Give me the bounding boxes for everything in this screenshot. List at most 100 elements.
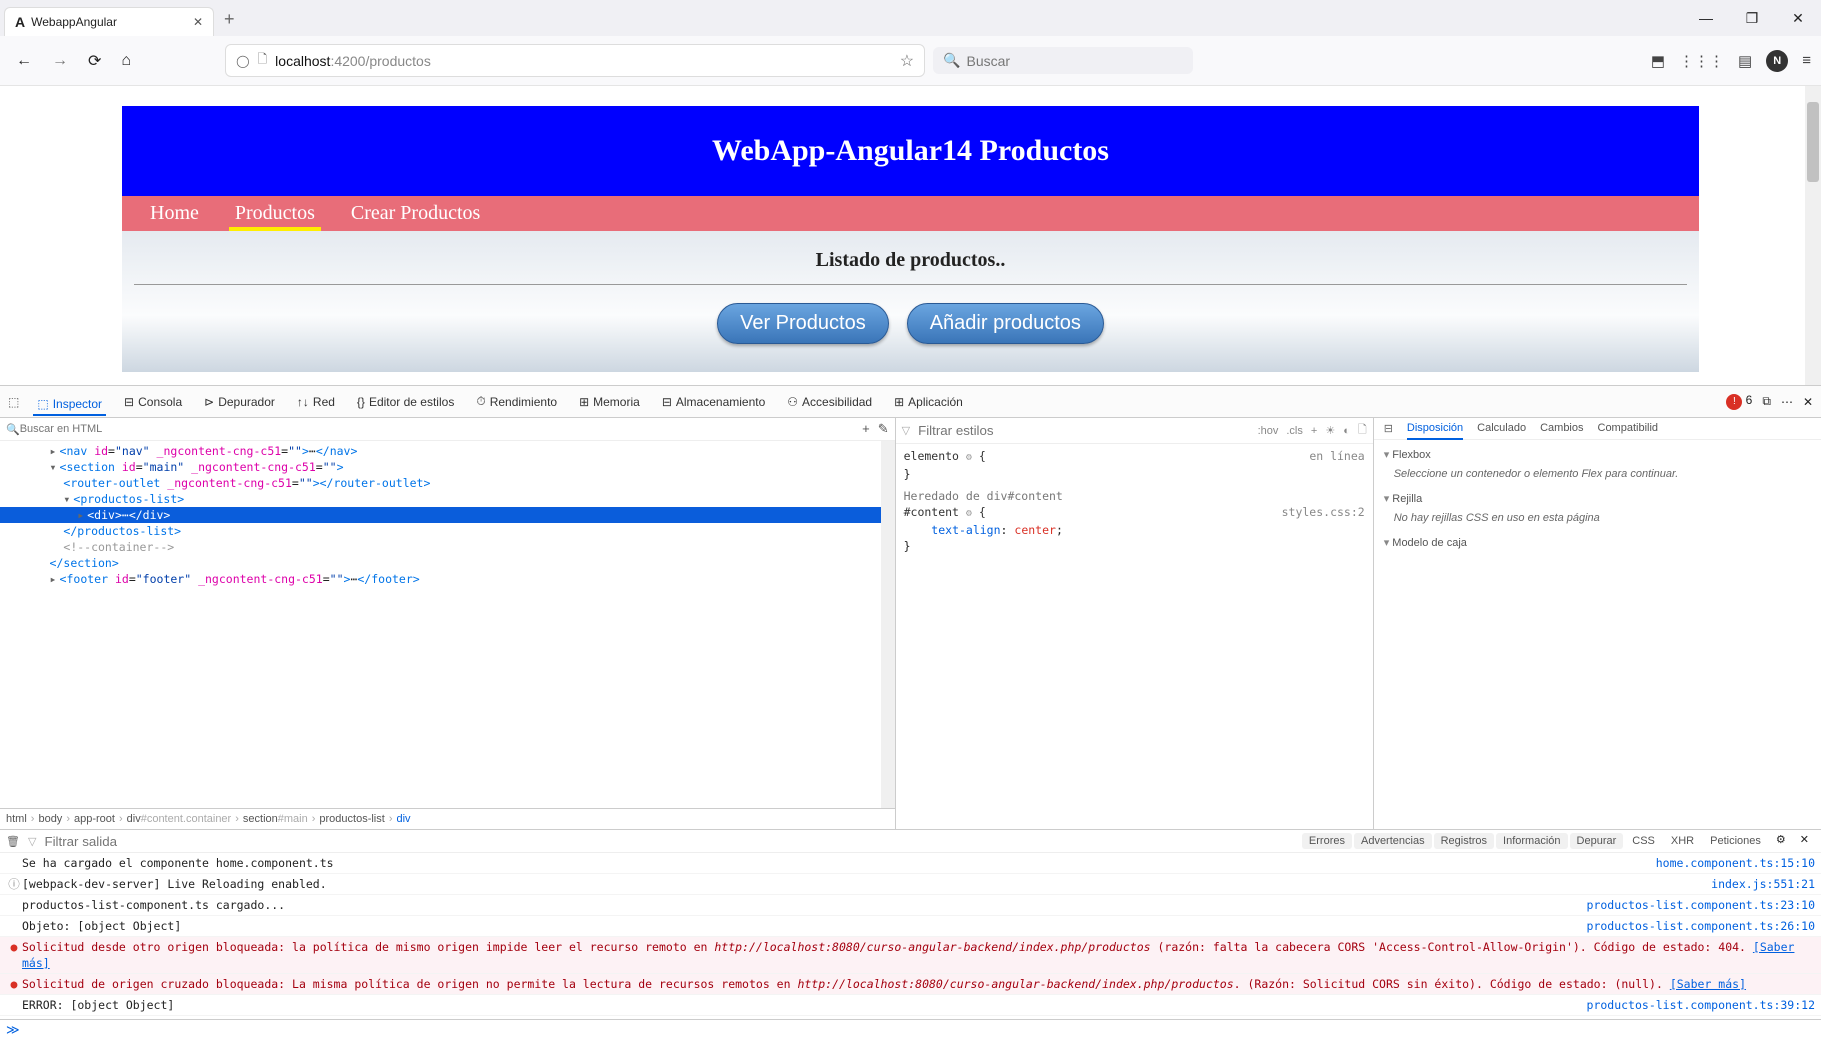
nav-productos[interactable]: Productos: [235, 202, 315, 225]
rejilla-section[interactable]: Rejilla: [1384, 488, 1811, 509]
console-output[interactable]: Se ha cargado el componente home.compone…: [0, 853, 1821, 1019]
tab-aplicacion[interactable]: ⊞Aplicación: [890, 391, 967, 413]
browser-tab[interactable]: A WebappAngular ✕: [4, 7, 214, 36]
cat-advertencias[interactable]: Advertencias: [1354, 833, 1432, 849]
tab-close-icon[interactable]: ✕: [193, 15, 203, 29]
window-controls: ― ❐ ✕: [1683, 0, 1821, 36]
dom-scrollbar[interactable]: [881, 441, 895, 808]
styles-rules[interactable]: en líneaelemento ⚙ { } Heredado de div#c…: [896, 444, 1373, 829]
nav-crear-productos[interactable]: Crear Productos: [351, 202, 480, 225]
layout-tab-cambios[interactable]: Cambios: [1540, 422, 1583, 435]
cat-registros[interactable]: Registros: [1434, 833, 1494, 849]
search-icon: 🔍: [6, 423, 20, 436]
light-icon[interactable]: ☀: [1325, 424, 1335, 437]
shield-icon[interactable]: ◯: [236, 54, 249, 68]
app-nav: Home Productos Crear Productos: [122, 196, 1699, 231]
more-icon[interactable]: ⋯: [1781, 395, 1793, 409]
layout-tab-compat[interactable]: Compatibilid: [1598, 422, 1659, 435]
cat-css[interactable]: CSS: [1625, 833, 1662, 849]
browser-search-box[interactable]: 🔍 Buscar: [933, 47, 1193, 74]
pick-element-icon[interactable]: ⬚: [8, 395, 19, 409]
content-title: Listado de productos..: [134, 249, 1687, 272]
dock-icon[interactable]: ⧉: [1762, 394, 1771, 409]
menu-icon[interactable]: ≡: [1802, 52, 1811, 69]
new-tab-button[interactable]: +: [214, 3, 245, 36]
address-bar: ← → ⟳ ⌂ ◯ 🗋 localhost:4200/productos ☆ 🔍…: [0, 36, 1821, 86]
app-header-title: WebApp-Angular14 Productos: [122, 106, 1699, 196]
pocket-icon[interactable]: ⬒: [1651, 52, 1665, 70]
hov-toggle[interactable]: :hov: [1258, 425, 1279, 437]
flexbox-section[interactable]: Flexbox: [1384, 444, 1811, 465]
console-settings-icon[interactable]: ⚙: [1770, 833, 1792, 849]
search-icon: 🔍: [943, 52, 960, 69]
url-box[interactable]: ◯ 🗋 localhost:4200/productos ☆: [225, 44, 925, 77]
error-badge[interactable]: ! 6: [1726, 393, 1752, 410]
funnel-icon: ▽: [902, 424, 910, 437]
cat-xhr[interactable]: XHR: [1664, 833, 1701, 849]
app-content: Listado de productos.. Ver Productos Aña…: [122, 231, 1699, 372]
browser-titlebar: A WebappAngular ✕ + ― ❐ ✕: [0, 0, 1821, 36]
bookmark-star-icon[interactable]: ☆: [900, 51, 914, 71]
maximize-icon[interactable]: ❐: [1729, 0, 1775, 36]
cat-depurar[interactable]: Depurar: [1570, 833, 1624, 849]
dom-tree[interactable]: ▸<nav id="nav" _ngcontent-cng-c51="">⋯</…: [0, 441, 895, 808]
styles-filter-input[interactable]: [918, 423, 1250, 438]
tab-rendimiento[interactable]: ⏱Rendimiento: [472, 390, 561, 413]
styles-toolbar: ▽ :hov .cls + ☀ ◐ 🗋: [896, 418, 1373, 444]
tab-consola[interactable]: ⊟Consola: [120, 391, 186, 413]
lock-icon[interactable]: 🗋: [258, 50, 268, 71]
tab-inspector[interactable]: ⬚Inspector: [33, 393, 106, 416]
tab-accesibilidad[interactable]: ⚇Accesibilidad: [783, 391, 876, 413]
minimize-icon[interactable]: ―: [1683, 0, 1729, 36]
clear-console-icon[interactable]: 🗑: [6, 835, 20, 848]
console-close-icon[interactable]: ✕: [1794, 833, 1815, 849]
layout-tabs: ⊟ Disposición Calculado Cambios Compatib…: [1374, 418, 1821, 440]
divider: [134, 284, 1687, 285]
add-rule-icon[interactable]: +: [862, 421, 870, 437]
library-icon[interactable]: ⋮⋮⋮: [1679, 52, 1724, 70]
reader-icon[interactable]: ▤: [1738, 52, 1752, 70]
dark-icon[interactable]: ◐: [1343, 425, 1350, 437]
reload-button[interactable]: ⟳: [82, 47, 107, 75]
tab-editor-estilos[interactable]: {}Editor de estilos: [353, 391, 458, 413]
rejilla-message: No hay rejillas CSS en uso en esta págin…: [1384, 509, 1811, 532]
tab-title: WebappAngular: [31, 15, 117, 29]
devtools-close-icon[interactable]: ✕: [1803, 395, 1813, 409]
ver-productos-button[interactable]: Ver Productos: [717, 303, 889, 344]
tab-red[interactable]: ↑↓Red: [293, 391, 339, 413]
cls-toggle[interactable]: .cls: [1286, 425, 1303, 437]
sidebar-toggle-icon[interactable]: ⊟: [1384, 422, 1393, 435]
nav-home[interactable]: Home: [150, 202, 199, 225]
console-toolbar: 🗑 ▽ Errores Advertencias Registros Infor…: [0, 830, 1821, 853]
devtools-panel: ⬚ ⬚Inspector ⊟Consola ⊳Depurador ↑↓Red {…: [0, 386, 1821, 1041]
layout-tab-disposicion[interactable]: Disposición: [1407, 422, 1463, 440]
angular-favicon: A: [15, 14, 25, 30]
console-prompt[interactable]: ≫: [0, 1019, 1821, 1041]
tab-depurador[interactable]: ⊳Depurador: [200, 391, 279, 413]
cat-peticiones[interactable]: Peticiones: [1703, 833, 1768, 849]
tab-almacenamiento[interactable]: ⊟Almacenamiento: [658, 391, 769, 413]
funnel-icon: ▽: [28, 835, 36, 848]
dom-breadcrumb[interactable]: html› body› app-root› div#content.contai…: [0, 808, 895, 829]
eyedropper-icon[interactable]: ✎: [878, 421, 889, 437]
viewport-scrollbar[interactable]: [1805, 86, 1821, 385]
back-button[interactable]: ←: [10, 48, 38, 74]
cat-errores[interactable]: Errores: [1302, 833, 1352, 849]
print-icon[interactable]: 🗋: [1358, 421, 1367, 440]
dom-search-row: 🔍 + ✎: [0, 418, 895, 441]
forward-button[interactable]: →: [46, 48, 74, 74]
layout-tab-calculado[interactable]: Calculado: [1477, 422, 1526, 435]
dom-search-input[interactable]: [20, 423, 862, 435]
home-button[interactable]: ⌂: [115, 48, 137, 74]
anadir-productos-button[interactable]: Añadir productos: [907, 303, 1104, 344]
styles-panel: ▽ :hov .cls + ☀ ◐ 🗋 en líneaelemento ⚙ {…: [896, 418, 1374, 829]
tab-memoria[interactable]: ⊞Memoria: [575, 391, 644, 413]
modelo-caja-section[interactable]: Modelo de caja: [1384, 532, 1811, 553]
close-window-icon[interactable]: ✕: [1775, 0, 1821, 36]
add-class-icon[interactable]: +: [1311, 425, 1317, 437]
dom-panel: 🔍 + ✎ ▸<nav id="nav" _ngcontent-cng-c51="…: [0, 418, 896, 829]
console-filter-input[interactable]: [44, 834, 164, 849]
cat-informacion[interactable]: Información: [1496, 833, 1567, 849]
url-text: localhost:4200/productos: [275, 53, 431, 69]
profile-avatar[interactable]: N: [1766, 50, 1788, 72]
